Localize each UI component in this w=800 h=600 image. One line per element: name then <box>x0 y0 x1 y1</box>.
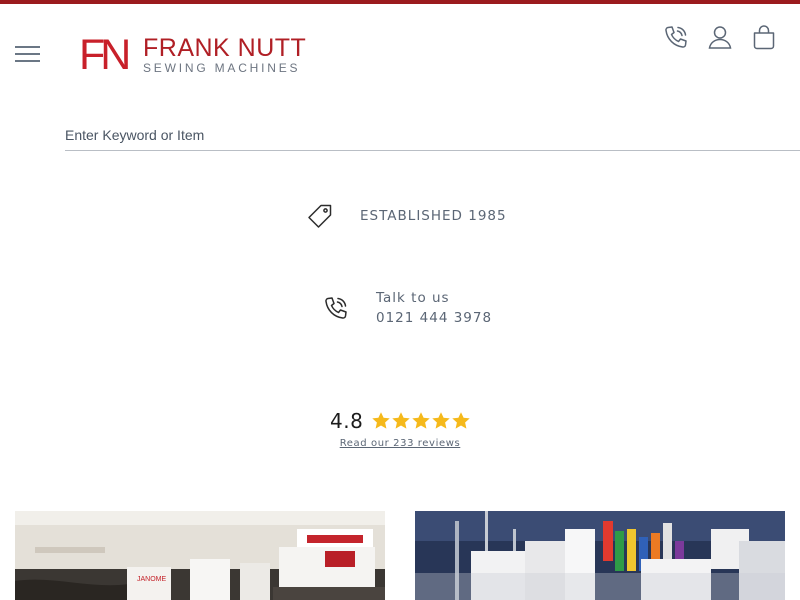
rating-score: 4.8 <box>330 409 364 433</box>
usp-established-text: ESTABLISHED 1985 <box>360 208 507 224</box>
brand-logo[interactable]: FN FRANK NUTT SEWING MACHINES <box>79 31 309 79</box>
showroom-photo-right[interactable] <box>415 511 785 600</box>
logo-monogram: FN <box>79 31 131 79</box>
phone-call-icon <box>322 294 350 322</box>
hamburger-menu-icon[interactable] <box>15 44 40 64</box>
star-icon <box>372 412 391 429</box>
phone-icon[interactable] <box>662 23 690 51</box>
svg-text:JANOME: JANOME <box>137 576 167 583</box>
logo-name: FRANK NUTT <box>143 34 307 62</box>
page: FN FRANK NUTT SEWING MACHINES Enter Keyw… <box>0 0 800 600</box>
search-input[interactable] <box>65 121 800 149</box>
logo-tagline: SEWING MACHINES <box>143 61 301 75</box>
reviews-link[interactable]: Read our 233 reviews <box>300 438 500 449</box>
rating-stars <box>371 411 471 431</box>
star-icon <box>452 412 471 429</box>
shopping-bag-icon[interactable] <box>750 23 778 51</box>
top-accent-bar <box>0 0 800 4</box>
usp-established: ESTABLISHED 1985 <box>306 202 507 230</box>
showroom-photo-left[interactable]: JANOME <box>15 511 385 600</box>
search-field <box>65 121 800 151</box>
phone-number-link[interactable]: 0121 444 3978 <box>376 308 492 328</box>
price-tag-icon <box>306 202 334 230</box>
rating-summary: 4.8 <box>330 409 471 433</box>
usp-talk-to-us[interactable]: Talk to us 0121 444 3978 <box>322 288 492 328</box>
star-icon <box>432 412 451 429</box>
talk-label: Talk to us <box>376 290 450 306</box>
user-icon[interactable] <box>706 23 734 51</box>
star-icon <box>412 412 431 429</box>
star-icon <box>392 412 411 429</box>
